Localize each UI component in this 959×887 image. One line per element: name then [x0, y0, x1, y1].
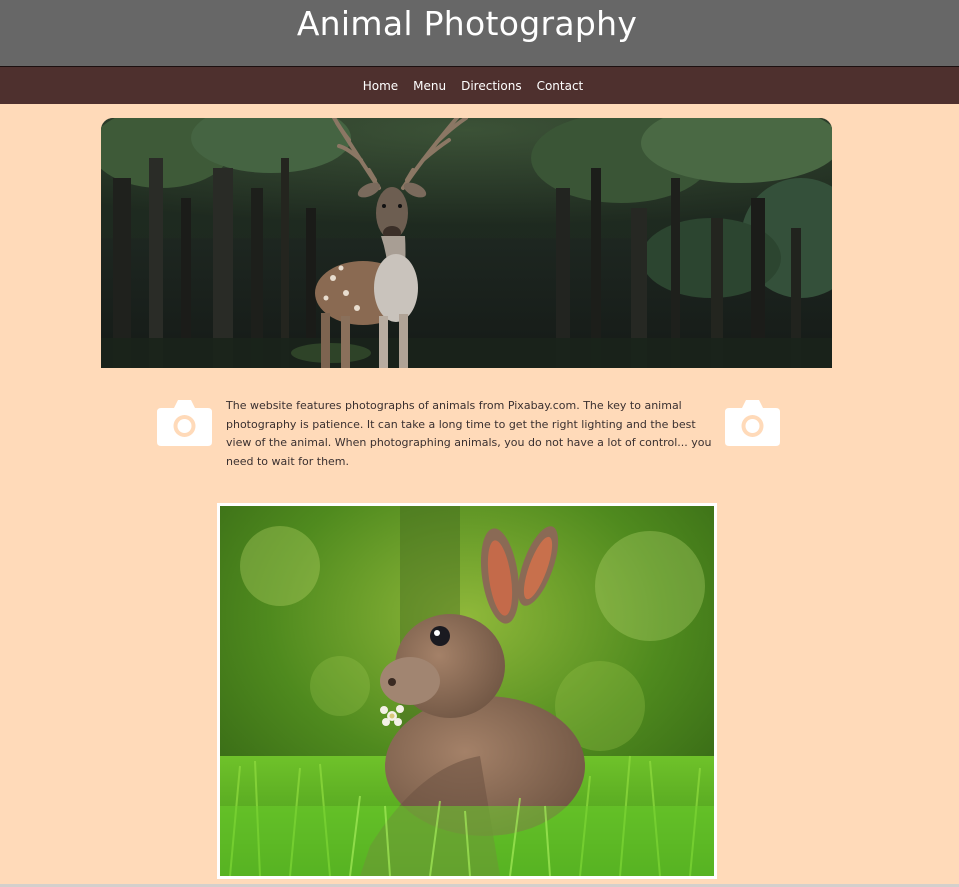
nav-link-contact[interactable]: Contact [537, 79, 584, 93]
intro-paragraph: The website features photographs of anim… [226, 399, 712, 468]
nav-link-home[interactable]: Home [363, 79, 398, 93]
camera-icon [157, 398, 212, 446]
nav-link-menu[interactable]: Menu [413, 79, 446, 93]
nav-link-directions[interactable]: Directions [461, 79, 521, 93]
camera-icon [725, 398, 780, 446]
site-title: Animal Photography [296, 4, 638, 43]
deer-photo-illustration [101, 118, 832, 368]
nav-items: Home Menu Directions Contact [0, 67, 946, 104]
site-header: Animal Photography [0, 0, 959, 66]
hero-deer-photo [101, 118, 832, 368]
rabbit-photo-frame [217, 503, 717, 879]
main-nav: Home Menu Directions Contact [0, 66, 959, 104]
rabbit-photo-illustration [220, 506, 714, 876]
